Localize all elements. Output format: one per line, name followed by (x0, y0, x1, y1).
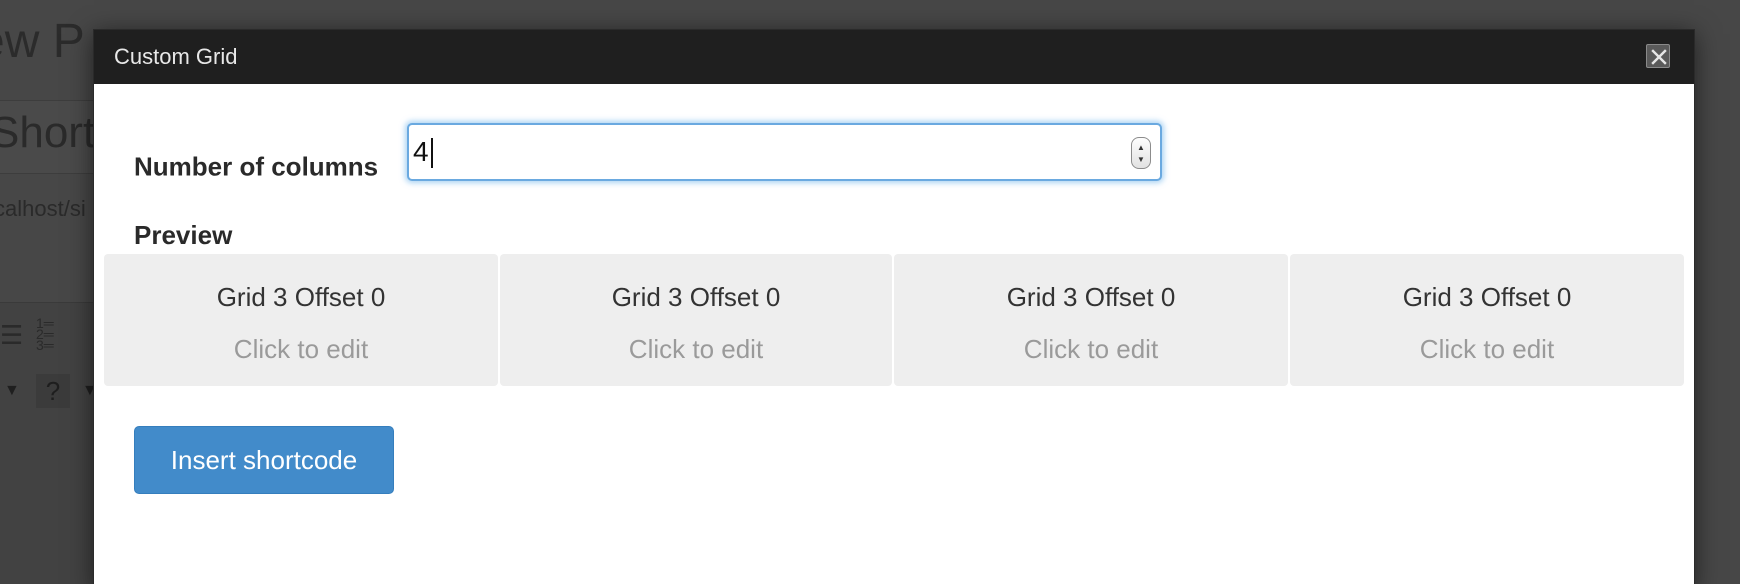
dialog-header: Custom Grid (94, 30, 1694, 84)
stepper-down-icon[interactable]: ▼ (1132, 156, 1150, 164)
bg-bullet-list-icon: ☰ (0, 320, 24, 350)
grid-cell-edit-hint: Click to edit (1023, 334, 1159, 364)
grid-cell-edit-hint: Click to edit (233, 334, 369, 364)
bg-page-title: ew P (0, 15, 85, 68)
columns-input[interactable] (413, 127, 1103, 177)
grid-cell-title: Grid 3 Offset 0 (1006, 282, 1176, 312)
columns-label: Number of columns (134, 151, 379, 182)
grid-cell-edit-hint: Click to edit (628, 334, 764, 364)
preview-heading: Preview (134, 220, 233, 250)
grid-cell-title: Grid 3 Offset 0 (216, 282, 386, 312)
columns-field[interactable]: ▲ ▼ (407, 123, 1162, 181)
stepper-up-icon[interactable]: ▲ (1132, 144, 1150, 152)
grid-cell[interactable]: Grid 3 Offset 0 Click to edit (894, 254, 1288, 386)
dialog-title: Custom Grid (114, 44, 238, 69)
bg-url-text: calhost/si (0, 196, 86, 221)
grid-preview: Grid 3 Offset 0 Click to edit Grid 3 Off… (104, 254, 1684, 386)
grid-cell[interactable]: Grid 3 Offset 0 Click to edit (500, 254, 892, 386)
grid-cell[interactable]: Grid 3 Offset 0 Click to edit (1290, 254, 1684, 386)
custom-grid-dialog: Custom Grid Number of columns ▲ ▼ Previe… (94, 30, 1694, 584)
grid-cell-title: Grid 3 Offset 0 (611, 282, 781, 312)
bg-dropdown-arrow-icon: ▼ (4, 382, 20, 399)
columns-stepper[interactable]: ▲ ▼ (1131, 137, 1151, 169)
bg-shortcode-icon: ? (36, 374, 70, 408)
close-button[interactable] (1646, 44, 1670, 68)
text-caret (431, 138, 433, 168)
grid-cell-title: Grid 3 Offset 0 (1402, 282, 1572, 312)
insert-shortcode-button[interactable]: Insert shortcode (134, 426, 394, 494)
grid-cell-edit-hint: Click to edit (1419, 334, 1555, 364)
bg-numbered-list-icon: 1═ 2═ 3═ (36, 315, 54, 353)
grid-cell[interactable]: Grid 3 Offset 0 Click to edit (104, 254, 498, 386)
close-icon (1651, 49, 1667, 65)
